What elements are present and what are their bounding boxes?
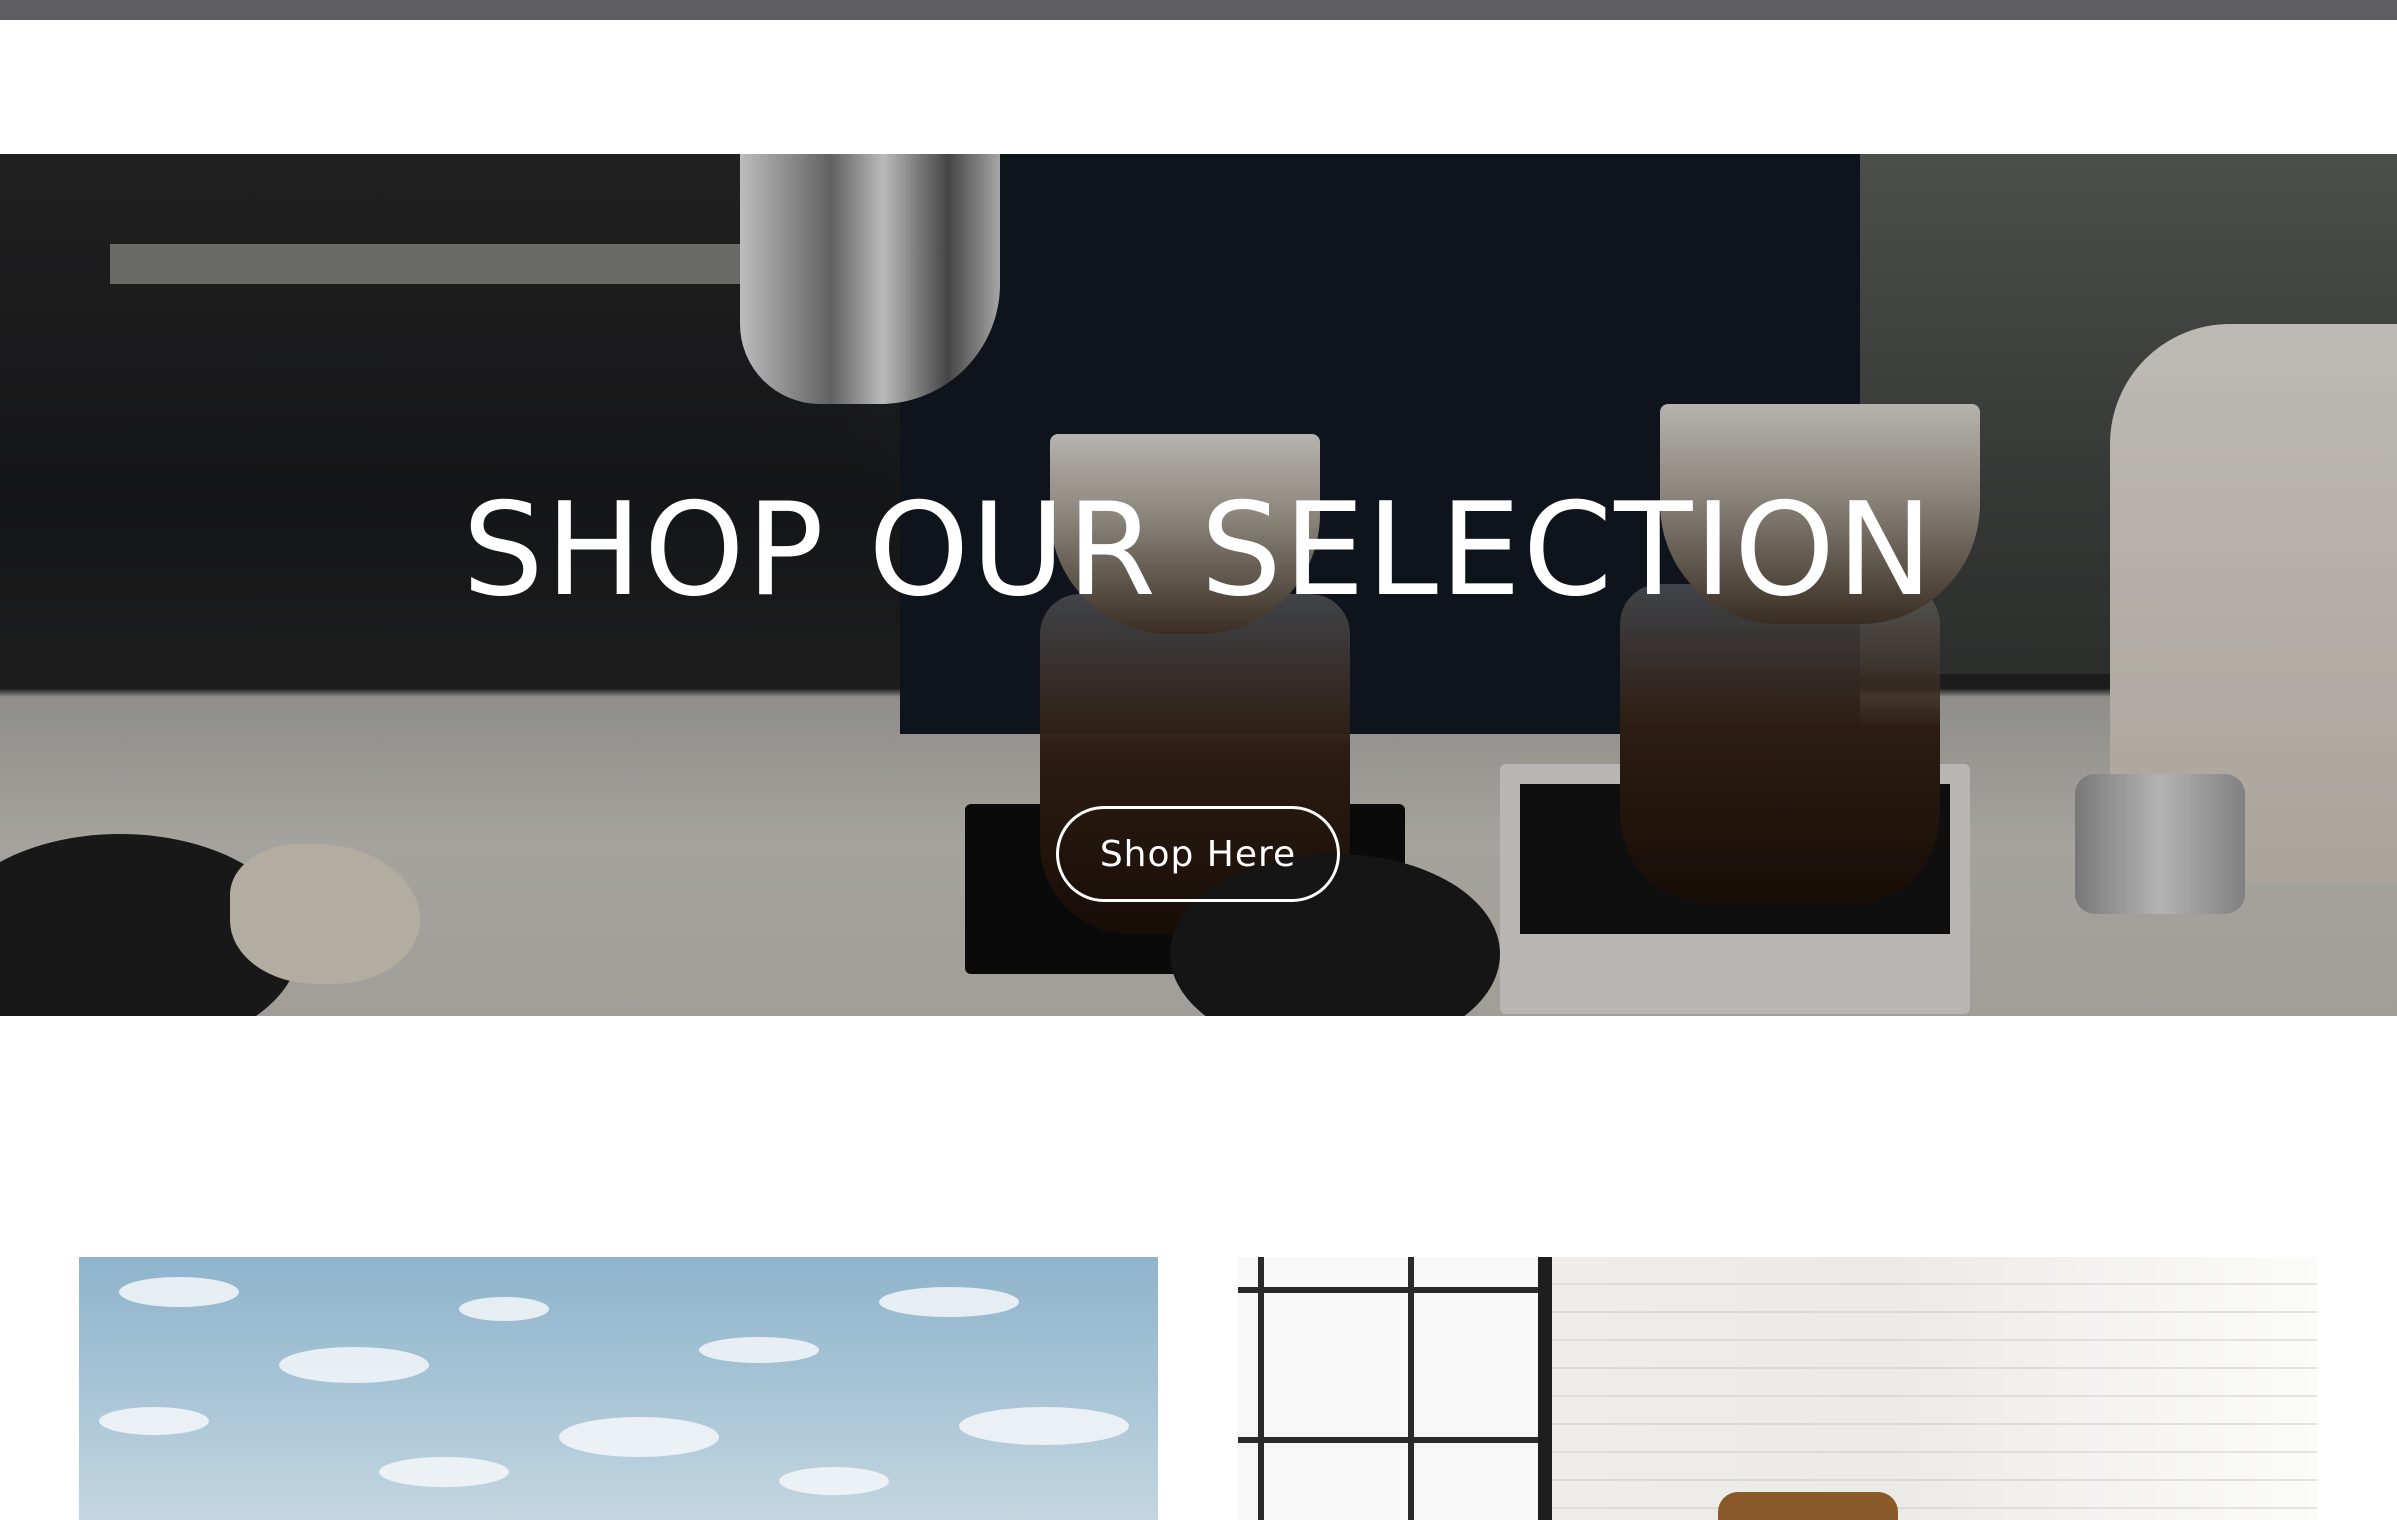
hero-banner: SHOP OUR SELECTION Shop Here <box>0 154 2397 1016</box>
interior-photo-tile[interactable] <box>1238 1257 2317 1520</box>
shop-here-button[interactable]: Shop Here <box>1056 806 1340 902</box>
sky-photo-tile[interactable] <box>79 1257 1158 1520</box>
hero-title: SHOP OUR SELECTION <box>462 476 1935 625</box>
browser-top-bar <box>0 0 2397 20</box>
